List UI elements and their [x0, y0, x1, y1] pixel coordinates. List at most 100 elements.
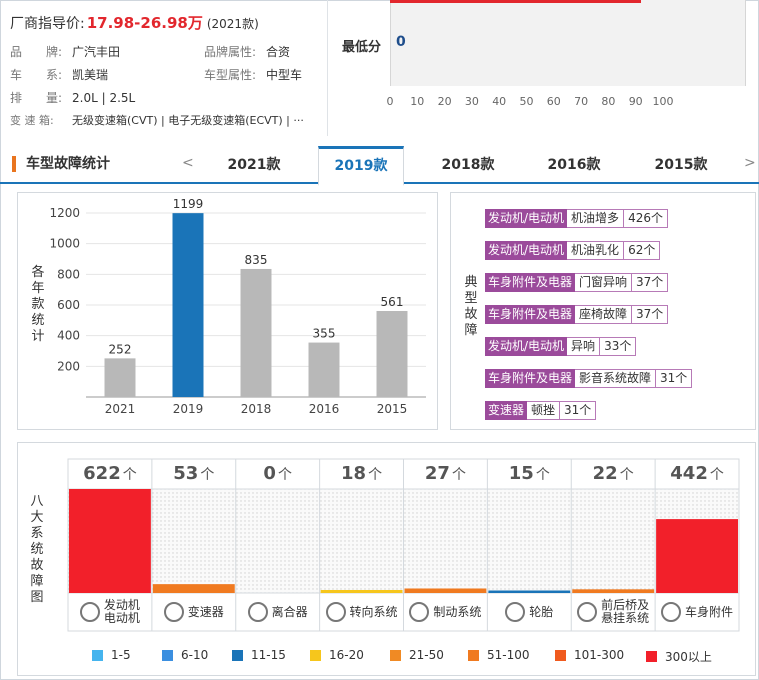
- prev-arrow-icon[interactable]: <: [182, 155, 194, 171]
- score-bar: [390, 0, 641, 3]
- legend-item: 11-15: [232, 648, 286, 662]
- fault-name: 影音系统故障: [575, 369, 657, 388]
- fault-name: 异响: [567, 337, 601, 356]
- legend-swatch: [92, 649, 103, 661]
- faults-panel: 典型故障 发动机/电动机 机油增多 426个 发动机/电动机 机油乳化 62个 车身附件及电…: [450, 192, 756, 430]
- system-count-value: 15: [508, 463, 534, 484]
- score-tick-label: 100: [652, 95, 674, 108]
- fault-category: 发动机/电动机: [485, 337, 568, 356]
- tab-2016[interactable]: 2016款: [531, 146, 617, 184]
- system-name-cell[interactable]: 轮胎: [487, 593, 571, 631]
- price-year: (2021款): [206, 17, 259, 31]
- year-chart-ytick: 400: [57, 329, 80, 343]
- score-tick-label: 20: [437, 95, 452, 108]
- system-name-cell[interactable]: 变速器: [152, 593, 236, 631]
- engine-icon: [79, 602, 100, 622]
- fault-item[interactable]: 发动机/电动机 机油增多 426个: [485, 209, 668, 228]
- fault-item[interactable]: 车身附件及电器 座椅故障 37个: [485, 305, 669, 324]
- fault-category: 车身附件及电器: [485, 369, 576, 388]
- legend-swatch: [390, 649, 401, 661]
- system-name-cell[interactable]: 离合器: [236, 593, 320, 631]
- fault-item[interactable]: 变速器 顿挫 31个: [485, 401, 597, 420]
- system-count-unit: 个: [709, 467, 724, 483]
- tab-2019[interactable]: 2019款: [318, 146, 404, 186]
- fault-count: 37个: [632, 305, 669, 324]
- legend-item: 6-10: [162, 648, 208, 662]
- legend-item: 300以上: [646, 648, 712, 665]
- gear-shift-icon: [163, 602, 184, 622]
- tab-2018[interactable]: 2018款: [425, 146, 511, 184]
- score-tick-label: 0: [386, 95, 394, 108]
- year-chart-ytick: 200: [57, 359, 80, 373]
- system-count-unit: 个: [200, 467, 215, 483]
- year-chart-bar[interactable]: [240, 268, 272, 397]
- year-chart-bar[interactable]: [172, 213, 204, 397]
- system-count: 0个: [236, 459, 320, 489]
- legend-label: 21-50: [409, 648, 444, 662]
- next-arrow-icon[interactable]: >: [744, 155, 756, 171]
- fault-count: 33个: [600, 337, 637, 356]
- system-name: 转向系统: [349, 604, 398, 619]
- year-chart-bar[interactable]: [104, 358, 136, 397]
- system-name-cell[interactable]: 制动系统: [404, 593, 488, 631]
- system-count-value: 442: [670, 463, 708, 484]
- steering-wheel-icon: [325, 602, 346, 622]
- system-count-value: 18: [341, 463, 367, 484]
- spec-displacement: 排 量: 2.0L | 2.5L: [10, 91, 136, 105]
- system-count-unit: 个: [535, 467, 550, 483]
- legend-swatch: [232, 649, 243, 661]
- year-chart-ytick: 1000: [49, 237, 80, 251]
- year-chart-bar[interactable]: [308, 342, 340, 397]
- legend-swatch: [310, 649, 321, 661]
- spec-brand-type: 品牌属性: 合资: [204, 45, 291, 59]
- score-tick-label: 70: [574, 95, 589, 108]
- score-tick-label: 80: [601, 95, 616, 108]
- spec-transmission: 变 速 箱: 无级变速箱(CVT) | 电子无级变速箱(ECVT) | ···: [10, 114, 304, 127]
- fault-count: 31个: [656, 369, 693, 388]
- score-tick-label: 60: [546, 95, 561, 108]
- year-chart-bar[interactable]: [376, 310, 408, 397]
- system-name-cell[interactable]: 车身附件: [655, 593, 739, 631]
- fault-count: 426个: [624, 209, 668, 228]
- legend-label: 16-20: [329, 648, 364, 662]
- legend-label: 101-300: [574, 648, 625, 662]
- system-name: 制动系统: [433, 604, 482, 619]
- section-title: 车型故障统计: [12, 156, 110, 172]
- fault-item[interactable]: 车身附件及电器 门窗异响 37个: [485, 273, 669, 292]
- fault-name: 机油增多: [567, 209, 625, 228]
- system-count: 22 个: [571, 459, 655, 489]
- fault-category: 车身附件及电器: [485, 273, 576, 292]
- brake-disc-icon: [409, 602, 430, 622]
- system-name: 轮胎: [529, 604, 554, 619]
- tab-2015[interactable]: 2015款: [638, 146, 724, 184]
- fault-item[interactable]: 发动机/电动机 异响 33个: [485, 337, 637, 356]
- spec-series: 车 系: 凯美瑞: [10, 68, 109, 82]
- score-plot-area: [390, 0, 746, 86]
- fault-count: 37个: [632, 273, 669, 292]
- fault-item[interactable]: 发动机/电动机 机油乳化 62个: [485, 241, 661, 260]
- fault-category: 发动机/电动机: [485, 241, 568, 260]
- score-value: 0: [396, 34, 406, 50]
- fault-item[interactable]: 车身附件及电器 影音系统故障 31个: [485, 369, 693, 388]
- system-name: 车身附件: [685, 604, 734, 619]
- system-name: 发动机 电动机: [103, 598, 140, 625]
- fault-category: 车身附件及电器: [485, 305, 576, 324]
- legend-item: 101-300: [555, 648, 624, 662]
- year-chart-value-label: 252: [109, 342, 132, 356]
- system-count-value: 622: [83, 463, 121, 484]
- system-count-unit: 个: [122, 467, 137, 483]
- legend-swatch: [468, 649, 479, 661]
- car-body-icon: [661, 602, 682, 622]
- system-name: 前后桥及 悬挂系统: [601, 598, 650, 625]
- system-count: 442 个: [655, 459, 739, 489]
- tab-2021[interactable]: 2021款: [211, 146, 297, 184]
- system-count-unit: 个: [619, 467, 634, 483]
- system-count-value: 22: [592, 463, 618, 484]
- fault-category: 变速器: [485, 401, 528, 420]
- system-name-cell[interactable]: 发动机 电动机: [68, 593, 152, 631]
- year-chart-category-label: 2019: [173, 402, 204, 416]
- system-name-cell[interactable]: 前后桥及 悬挂系统: [571, 593, 655, 631]
- fault-name: 机油乳化: [567, 241, 625, 260]
- system-count: 622 个: [68, 459, 152, 489]
- system-name-cell[interactable]: 转向系统: [320, 593, 404, 631]
